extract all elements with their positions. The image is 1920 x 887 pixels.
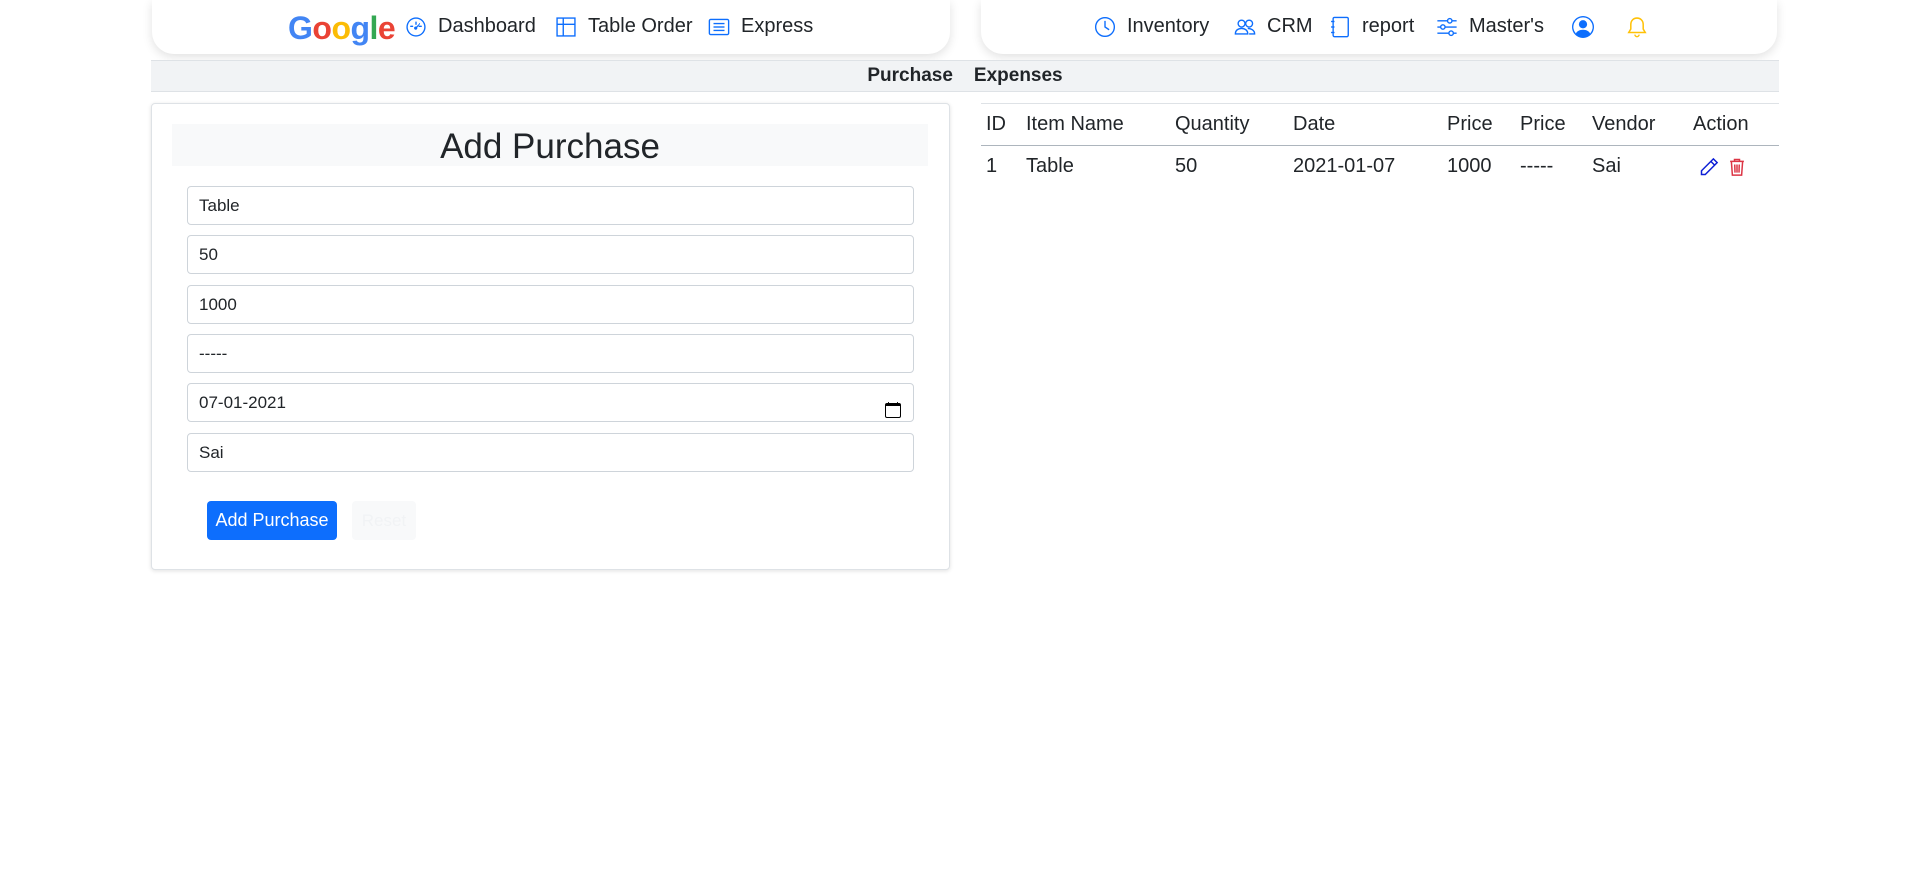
- quantity-field[interactable]: [187, 235, 914, 274]
- user-circle-icon[interactable]: [1572, 16, 1594, 38]
- logo-letter: g: [350, 10, 370, 46]
- vendor-input[interactable]: [199, 434, 902, 472]
- grid-icon: [555, 16, 577, 38]
- date-field[interactable]: [187, 383, 914, 422]
- top-nav-left: Google Dashboard Table Order Express: [152, 0, 950, 54]
- nav-label: Express: [741, 15, 814, 37]
- subnav-expenses[interactable]: Expenses: [974, 65, 1063, 87]
- nav-label: Master's: [1469, 15, 1544, 37]
- pencil-icon[interactable]: [1699, 157, 1719, 177]
- col-header: Item Name: [1021, 103, 1170, 146]
- purchase-table-container: ID Item Name Quantity Date Price Price V…: [981, 103, 1779, 188]
- form-title: Add Purchase: [172, 124, 928, 166]
- cell-quantity: 50: [1175, 155, 1198, 178]
- nav-label: Inventory: [1127, 15, 1210, 37]
- item-name-input[interactable]: [199, 187, 902, 225]
- purchase-table: ID Item Name Quantity Date Price Price V…: [981, 103, 1779, 188]
- logo-letter: G: [288, 10, 313, 46]
- nav-inventory[interactable]: Inventory: [1094, 15, 1209, 38]
- item-name-field[interactable]: [187, 186, 914, 225]
- col-header: Price: [1515, 103, 1587, 146]
- reset-button[interactable]: Reset: [352, 501, 416, 540]
- cell-id: 1: [986, 155, 998, 178]
- price2-input[interactable]: [199, 335, 902, 373]
- logo-letter: e: [377, 10, 396, 46]
- journal-icon: [1329, 16, 1351, 38]
- quantity-input[interactable]: [199, 236, 902, 274]
- top-nav-right: Inventory CRM report Master's: [981, 0, 1777, 54]
- price-input[interactable]: [199, 286, 902, 324]
- nav-dashboard[interactable]: Dashboard: [405, 15, 536, 38]
- logo-letter: l: [369, 10, 379, 46]
- logo-letter: o: [312, 10, 332, 46]
- nav-crm[interactable]: CRM: [1234, 15, 1313, 38]
- price-field[interactable]: [187, 285, 914, 324]
- cell-date: 2021-01-07: [1293, 155, 1396, 178]
- nav-label: Dashboard: [438, 15, 536, 37]
- nav-report[interactable]: report: [1329, 15, 1414, 38]
- speedometer-icon: [405, 16, 427, 38]
- nav-label: CRM: [1267, 15, 1313, 37]
- nav-label: report: [1362, 15, 1415, 37]
- trash-icon[interactable]: [1727, 157, 1747, 177]
- col-header: Action: [1688, 103, 1779, 146]
- vendor-field[interactable]: [187, 433, 914, 472]
- nav-express[interactable]: Express: [708, 15, 813, 38]
- col-header: ID: [981, 103, 1021, 146]
- subnav-purchase[interactable]: Purchase: [867, 65, 953, 87]
- sub-nav: Purchase Expenses: [151, 60, 1779, 92]
- cell-price2: -----: [1520, 155, 1554, 178]
- table-header-row: ID Item Name Quantity Date Price Price V…: [981, 103, 1779, 146]
- date-input[interactable]: [199, 384, 902, 422]
- nav-table-order[interactable]: Table Order: [555, 15, 693, 38]
- table-row: 1 Table 50 2021-01-07 1000 ----- Sai: [981, 146, 1779, 188]
- cell-item-name: Table: [1026, 155, 1074, 178]
- col-header: Date: [1288, 103, 1442, 146]
- add-purchase-form: Add Purchase Add Purchase Reset: [151, 103, 950, 570]
- price2-field[interactable]: [187, 334, 914, 373]
- cell-price: 1000: [1447, 155, 1492, 178]
- logo-letter: o: [331, 10, 351, 46]
- col-header: Vendor: [1587, 103, 1688, 146]
- google-logo[interactable]: Google: [288, 10, 396, 47]
- list-card-icon: [708, 16, 730, 38]
- add-purchase-button[interactable]: Add Purchase: [207, 501, 337, 540]
- clock-icon: [1094, 16, 1116, 38]
- people-icon: [1234, 16, 1256, 38]
- cell-action: [1688, 146, 1779, 188]
- calendar-icon[interactable]: [885, 394, 901, 418]
- nav-masters[interactable]: Master's: [1436, 15, 1544, 38]
- cell-vendor: Sai: [1592, 155, 1621, 178]
- col-header: Price: [1442, 103, 1515, 146]
- row-actions: [1693, 157, 1774, 177]
- nav-label: Table Order: [588, 15, 693, 37]
- sliders-icon: [1436, 16, 1458, 38]
- bell-icon[interactable]: [1626, 16, 1648, 38]
- col-header: Quantity: [1170, 103, 1288, 146]
